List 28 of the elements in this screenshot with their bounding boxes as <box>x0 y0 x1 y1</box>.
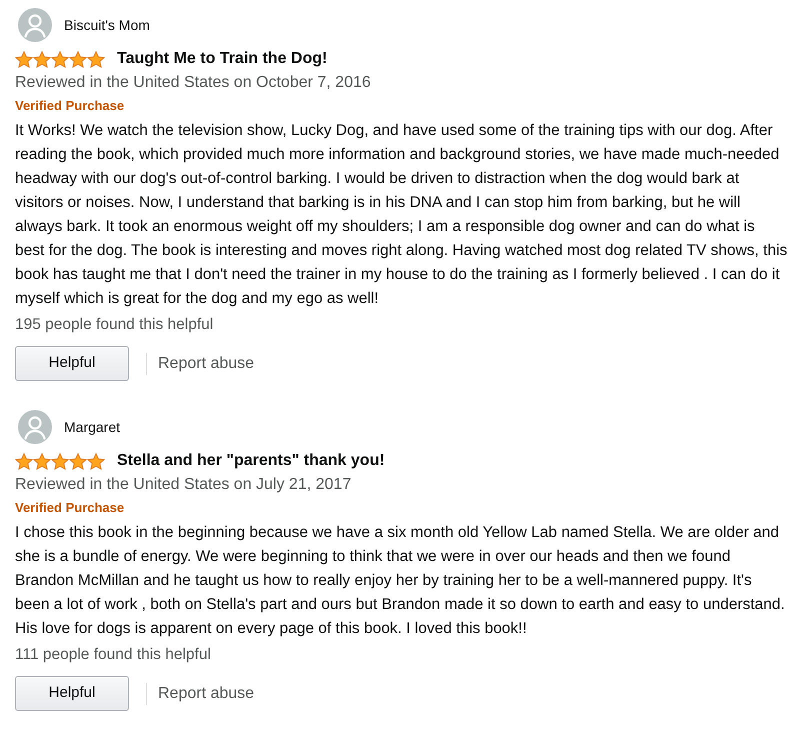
report-abuse-link[interactable]: Report abuse <box>158 352 254 376</box>
filled-star-icon <box>33 452 51 470</box>
avatar-icon <box>18 410 52 444</box>
filled-star-icon <box>69 50 87 68</box>
filled-star-icon <box>33 50 51 68</box>
helpful-button[interactable]: Helpful <box>15 676 129 711</box>
review-date: Reviewed in the United States on October 7, 2016 <box>15 73 372 93</box>
verified-purchase-label: Verified Purchase <box>15 499 126 517</box>
filled-star-icon <box>15 50 33 68</box>
filled-star-icon <box>69 452 87 470</box>
filled-star-icon <box>15 452 33 470</box>
review-title[interactable]: Taught Me to Train the Dog! <box>117 49 328 69</box>
filled-star-icon <box>51 452 69 470</box>
filled-star-icon <box>87 50 105 68</box>
review-date: Reviewed in the United States on July 21, 2017 <box>15 475 352 495</box>
review-text: I chose this book in the beginning because we have a six month old Yellow Lab named Stella. We are older and she is a bundle of energy. We were beginning to think that we were in over our heads and then we found Brandon McMillan and he taught us how to really enjoy her by training her to be a well-mannered puppy. It's been a lot of work , both on Stella's part and ours but Brandon made it so down to earth and easy to understand. His love for dogs is apparent on every page of this book. I loved this book!! <box>15 523 786 639</box>
helpful-button[interactable]: Helpful <box>15 346 129 381</box>
review-title[interactable]: Stella and her "parents" thank you! <box>117 451 385 471</box>
helpful-count: 111 people found this helpful <box>15 645 212 665</box>
avatar-icon <box>18 8 52 42</box>
helpful-count: 195 people found this helpful <box>15 315 214 335</box>
reviewer-name[interactable]: Biscuit's Mom <box>64 14 150 36</box>
filled-star-icon <box>51 50 69 68</box>
reviewer-name[interactable]: Margaret <box>64 416 120 438</box>
filled-star-icon <box>87 452 105 470</box>
report-abuse-link[interactable]: Report abuse <box>158 682 254 706</box>
review-text: It Works! We watch the television show, Lucky Dog, and have used some of the training tips with our dog. After reading the book, which provided much more information and background stories, we have made much-needed headway with our dog's out-of-control barking. I would be driven to distraction when the dog would bark at visitors or noises. Now, I understand that barking is in his DNA and I can stop him from barking, but he will always bark. It took an enormous weight off my shoulders; I am a responsible dog owner and can do what is best for the dog. The book is interesting and moves right along. Having watched most dog related TV shows, this book has taught me that I don't need the trainer in my house to do the training as I formerly believed . I can do it myself which is great for the dog and my ego as well! <box>15 121 788 309</box>
verified-purchase-label: Verified Purchase <box>15 97 126 115</box>
